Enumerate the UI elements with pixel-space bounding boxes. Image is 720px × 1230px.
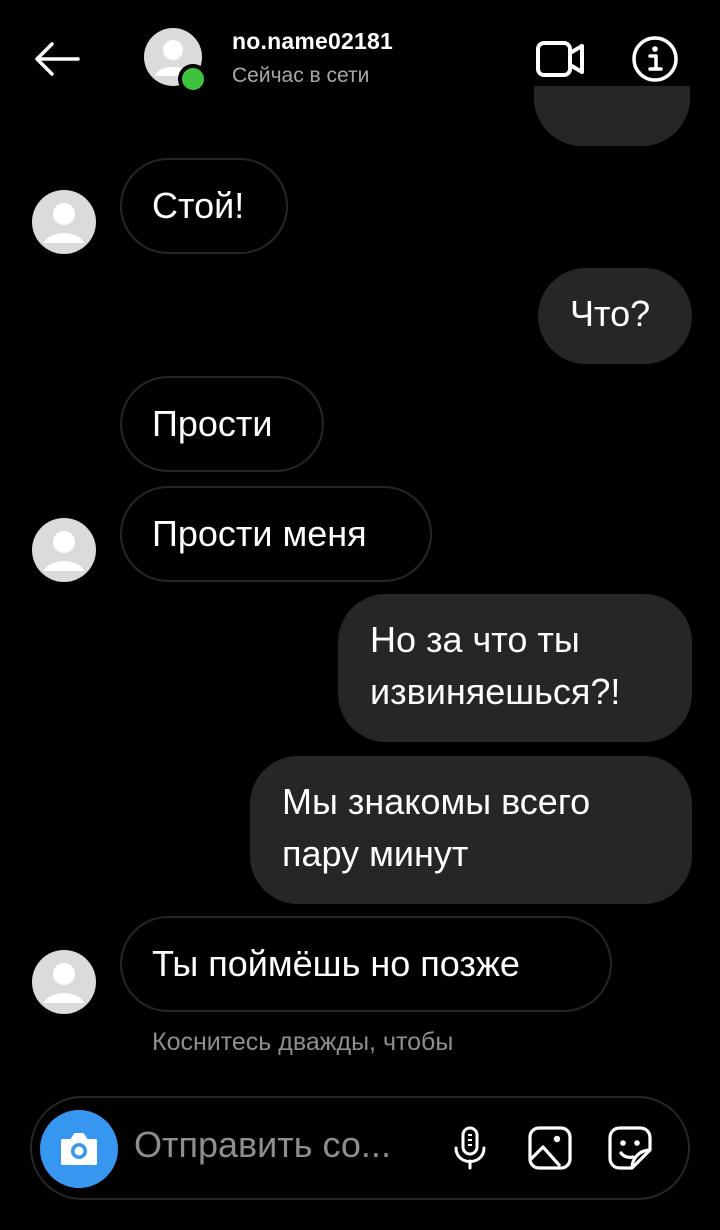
info-icon[interactable]: [630, 34, 680, 84]
gallery-icon[interactable]: [526, 1124, 574, 1172]
video-camera-icon[interactable]: [534, 36, 586, 82]
message-text: Стой!: [152, 185, 245, 226]
double-tap-hint: Коснитесь дважды, чтобы: [152, 1028, 454, 1056]
microphone-icon[interactable]: [446, 1124, 494, 1172]
sticker-icon[interactable]: [606, 1124, 654, 1172]
message-text: Что?: [570, 293, 651, 334]
camera-icon: [61, 1133, 97, 1165]
back-arrow-icon[interactable]: [28, 36, 84, 82]
message-text: Прости: [152, 403, 273, 444]
message-bubble-incoming[interactable]: Ты поймёшь но позже: [120, 916, 612, 1012]
contact-status: Сейчас в сети: [232, 64, 370, 87]
message-bubble-incoming[interactable]: Стой!: [120, 158, 288, 254]
message-bubble-outgoing[interactable]: Но за что ты извиняешься?!: [338, 594, 692, 742]
message-text: Ты поймёшь но позже: [152, 943, 520, 984]
avatar[interactable]: [32, 950, 96, 1014]
message-bubble-incoming[interactable]: Прости: [120, 376, 324, 472]
online-status-dot: [178, 64, 208, 94]
camera-button[interactable]: [40, 1110, 118, 1188]
message-text-line: извиняешься?!: [370, 671, 621, 712]
message-input[interactable]: Отправить со...: [134, 1124, 391, 1166]
partial-message-bubble[interactable]: [534, 86, 690, 146]
avatar[interactable]: [32, 518, 96, 582]
message-text-line: пару минут: [282, 833, 469, 874]
contact-username[interactable]: no.name02181: [232, 28, 393, 55]
message-text-line: Мы знакомы всего: [282, 781, 591, 822]
message-text-line: Но за что ты: [370, 619, 580, 660]
message-bubble-outgoing[interactable]: Мы знакомы всего пару минут: [250, 756, 692, 904]
message-bubble-outgoing[interactable]: Что?: [538, 268, 692, 364]
avatar[interactable]: [32, 190, 96, 254]
message-text: Прости меня: [152, 513, 367, 554]
message-bubble-incoming[interactable]: Прости меня: [120, 486, 432, 582]
